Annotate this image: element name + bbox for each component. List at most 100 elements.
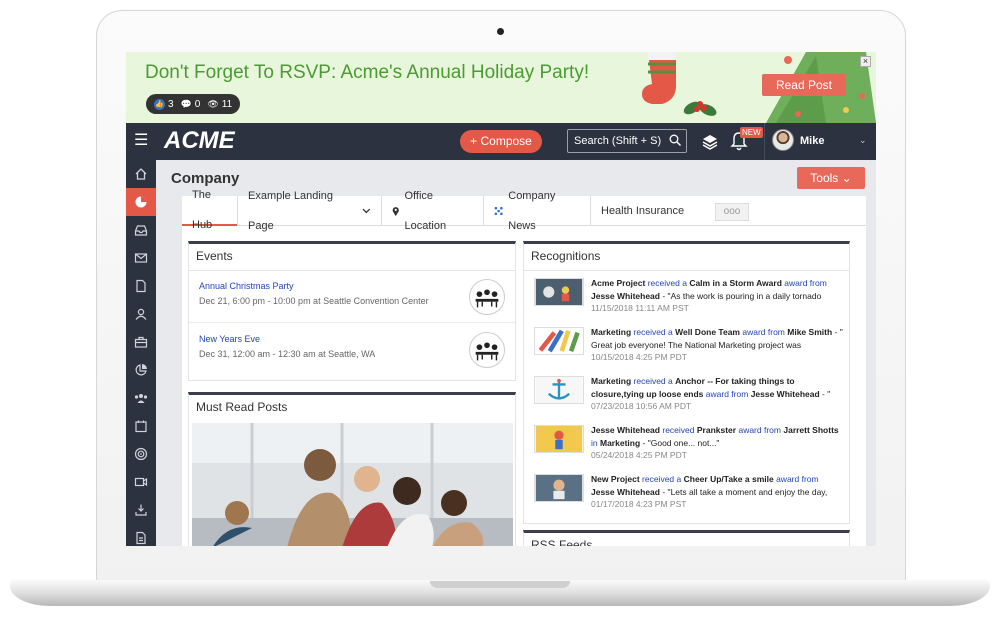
camera xyxy=(497,28,504,35)
comments-stat[interactable]: 💬 0 xyxy=(181,99,201,110)
award-name[interactable]: Cheer Up/Take a smile xyxy=(684,474,774,484)
search-icon[interactable] xyxy=(669,134,681,146)
event-item[interactable]: Annual Christmas Party Dec 21, 6:00 pm -… xyxy=(189,271,515,323)
recipient[interactable]: New Project xyxy=(591,474,640,484)
must-read-panel: Must Read Posts xyxy=(188,392,516,546)
award-from-label: award from xyxy=(738,425,781,435)
recognition-item[interactable]: Marketing received a Anchor -- For takin… xyxy=(524,372,849,421)
award-thumbnail xyxy=(534,474,584,502)
giver[interactable]: Jesse Whitehead xyxy=(751,389,820,399)
user-name[interactable]: Mike xyxy=(800,135,824,147)
sidebar-item-people[interactable] xyxy=(126,384,156,412)
chevron-down-icon[interactable]: ⌄ xyxy=(859,135,867,146)
recipient[interactable]: Marketing xyxy=(591,327,631,337)
recognitions-panel: Recognitions Acme Project received a Cal… xyxy=(523,241,850,524)
comment-icon: 💬 xyxy=(180,98,192,109)
tab-label: Example Landing Page xyxy=(248,190,334,232)
home-icon xyxy=(135,168,147,180)
download-icon xyxy=(135,504,147,516)
received-label: received a xyxy=(642,474,682,484)
received-label: received a xyxy=(647,278,687,288)
recipient[interactable]: Marketing xyxy=(591,376,631,386)
team-name[interactable]: Marketing xyxy=(600,438,640,448)
tab-bar: The Hub Example Landing Page Office Loca… xyxy=(182,189,866,232)
compose-button[interactable]: + Compose xyxy=(460,130,542,153)
recognition-item[interactable]: New Project received a Cheer Up/Take a s… xyxy=(524,470,849,519)
award-from-label: award from xyxy=(776,474,819,484)
recognition-text: Marketing received a Well Done Team awar… xyxy=(591,326,843,364)
received-label: received a xyxy=(633,327,673,337)
tab-office-location[interactable]: Office Location xyxy=(382,190,484,232)
eye-icon: 👁 xyxy=(207,98,219,109)
new-badge: NEW xyxy=(740,127,763,138)
sidebar-item-files[interactable] xyxy=(126,524,156,546)
panel-title: Must Read Posts xyxy=(196,400,288,414)
sidebar-item-downloads[interactable] xyxy=(126,496,156,524)
banner-title[interactable]: Don't Forget To RSVP: Acme's Annual Holi… xyxy=(145,62,589,84)
recognition-item[interactable]: Jesse Whitehead received Prankster award… xyxy=(524,421,849,470)
received-label: received xyxy=(662,425,695,435)
sidebar-item-documents[interactable] xyxy=(126,272,156,300)
event-title[interactable]: Annual Christmas Party xyxy=(199,281,294,291)
briefcase-icon xyxy=(134,336,148,348)
tab-health-insurance[interactable]: Health Insurance xyxy=(591,196,712,226)
in-label: in xyxy=(591,437,598,448)
user-icon xyxy=(135,308,147,320)
search-placeholder: Search (Shift + S) xyxy=(574,135,662,147)
recipient[interactable]: Acme Project xyxy=(591,278,645,288)
giver[interactable]: Jarrett Shotts xyxy=(783,425,838,435)
announcement-banner: Don't Forget To RSVP: Acme's Annual Holi… xyxy=(126,52,876,123)
award-thumbnail xyxy=(534,278,584,306)
logo[interactable]: ACME xyxy=(164,127,235,155)
giver[interactable]: Mike Smith xyxy=(787,327,832,337)
recognition-message: - "Lets all take a moment and enjoy the … xyxy=(662,486,828,497)
award-name[interactable]: Well Done Team xyxy=(675,327,740,337)
sidebar-item-video[interactable] xyxy=(126,468,156,496)
layers-icon[interactable] xyxy=(702,134,718,150)
award-name[interactable]: Calm in a Storm Award xyxy=(689,278,782,288)
read-post-button[interactable]: Read Post xyxy=(762,74,846,96)
event-item[interactable]: New Years Eve Dec 31, 12:00 am - 12:30 a… xyxy=(189,324,515,376)
recognition-item[interactable]: Acme Project received a Calm in a Storm … xyxy=(524,274,849,323)
received-label: received a xyxy=(633,376,673,386)
avatar[interactable] xyxy=(772,129,794,151)
tab-company-news[interactable]: Company News xyxy=(484,190,591,232)
chevron-down-icon xyxy=(362,208,371,214)
sidebar-item-mail[interactable] xyxy=(126,244,156,272)
sidebar-item-analytics[interactable] xyxy=(126,356,156,384)
tools-button[interactable]: Tools ⌄ xyxy=(797,167,865,189)
close-icon[interactable]: × xyxy=(860,56,871,67)
tab-example-landing-page[interactable]: Example Landing Page xyxy=(237,190,382,232)
recognition-text: Acme Project received a Calm in a Storm … xyxy=(591,277,843,315)
tab-the-hub[interactable]: The Hub xyxy=(182,189,237,231)
people-icon xyxy=(134,394,148,403)
giver[interactable]: Jesse Whitehead xyxy=(591,487,660,497)
event-title[interactable]: New Years Eve xyxy=(199,334,260,344)
event-thumbnail xyxy=(469,279,505,315)
pie-chart-icon xyxy=(135,196,147,208)
likes-stat[interactable]: 👍 3 xyxy=(154,98,174,110)
menu-icon[interactable]: ☰ xyxy=(134,133,152,149)
sidebar-item-dashboard[interactable] xyxy=(126,188,162,216)
award-name[interactable]: Prankster xyxy=(697,425,736,435)
search-input[interactable]: Search (Shift + S) xyxy=(567,129,687,153)
sidebar-item-goals[interactable] xyxy=(126,440,156,468)
sidebar-item-profile[interactable] xyxy=(126,300,156,328)
award-from-label: award from xyxy=(784,278,827,288)
recognition-item[interactable]: Marketing received a Well Done Team awar… xyxy=(524,323,849,372)
screen: Don't Forget To RSVP: Acme's Annual Holi… xyxy=(126,52,876,546)
tab-label: Health Insurance xyxy=(601,205,685,217)
recognition-text: New Project received a Cheer Up/Take a s… xyxy=(591,473,843,511)
more-tabs-button[interactable]: ooo xyxy=(715,203,749,221)
sidebar-item-inbox[interactable] xyxy=(126,216,156,244)
main-content: Company Tools ⌄ The Hub Example Landing … xyxy=(156,160,876,546)
map-pin-icon xyxy=(392,206,399,216)
sidebar-item-calendar[interactable] xyxy=(126,412,156,440)
post-photo[interactable] xyxy=(192,423,513,546)
recipient[interactable]: Jesse Whitehead xyxy=(591,425,660,435)
sidebar-item-home[interactable] xyxy=(126,160,156,188)
recognition-date: 07/23/2018 10:56 AM PDT xyxy=(591,401,692,411)
sidebar-item-jobs[interactable] xyxy=(126,328,156,356)
giver[interactable]: Jesse Whitehead xyxy=(591,291,660,301)
recognition-message: - "As the work is pouring in a daily tor… xyxy=(662,290,822,301)
